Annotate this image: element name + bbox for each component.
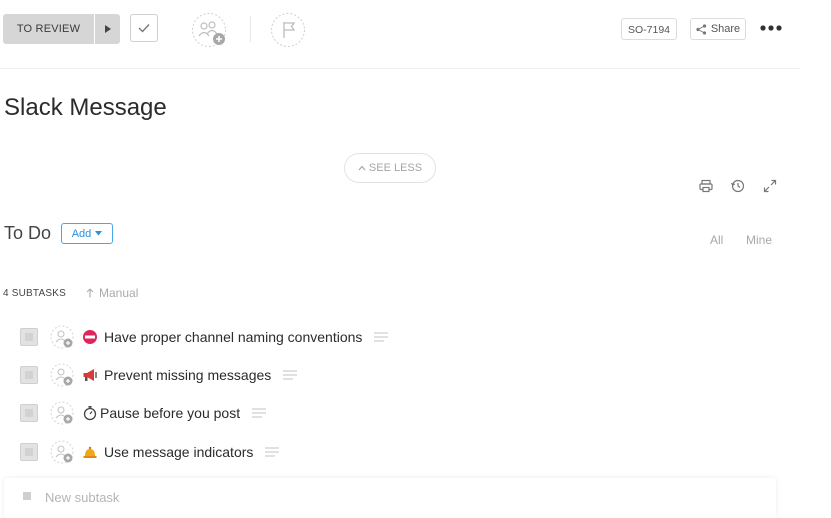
print-icon[interactable]	[698, 178, 714, 194]
new-subtask-square-icon	[23, 492, 31, 500]
assign-avatar-icon[interactable]	[50, 325, 74, 349]
sort-label: Manual	[99, 286, 139, 300]
description-lines-icon	[283, 370, 298, 380]
subtask-checkbox[interactable]	[20, 328, 38, 346]
task-header: TO REVIEW SO-7194 Share	[0, 0, 800, 69]
description-lines-icon	[252, 408, 267, 418]
assign-avatar-icon[interactable]	[50, 401, 74, 425]
sort-manual[interactable]: Manual	[86, 286, 138, 300]
filter-all[interactable]: All	[710, 233, 723, 247]
assign-avatar-icon[interactable]	[50, 440, 74, 464]
status-label: TO REVIEW	[16, 23, 81, 35]
task-id-badge[interactable]: SO-7194	[621, 18, 678, 40]
add-assignee-icon[interactable]	[191, 12, 227, 48]
subtask-row[interactable]: Pause before you post	[20, 400, 520, 426]
assign-avatar-icon[interactable]	[50, 363, 74, 387]
add-label: Add	[71, 227, 92, 240]
description-lines-icon	[265, 447, 280, 457]
subtask-checkbox[interactable]	[20, 404, 38, 422]
expand-icon[interactable]	[762, 178, 778, 194]
subtask-checkbox[interactable]	[20, 443, 38, 461]
no-entry-icon	[83, 330, 97, 344]
share-button[interactable]: Share	[690, 18, 746, 40]
header-divider	[250, 16, 251, 42]
subtask-checkbox[interactable]	[20, 366, 38, 384]
stopwatch-icon	[83, 406, 97, 421]
filter-mine[interactable]: Mine	[746, 233, 772, 247]
add-todo-button[interactable]: Add	[61, 223, 113, 244]
task-title[interactable]: Slack Message	[4, 94, 167, 122]
task-id-label: SO-7194	[628, 24, 671, 36]
todo-section-title: To Do	[4, 223, 52, 243]
new-subtask-placeholder: New subtask	[45, 490, 120, 505]
subtask-label[interactable]: Have proper channel naming conventions	[104, 329, 362, 345]
more-options-icon[interactable]	[760, 22, 782, 34]
next-status-button[interactable]	[95, 14, 120, 44]
chevron-up-icon	[358, 165, 366, 171]
subtasks-count: 4 SUBTASKS	[3, 288, 66, 299]
subtask-label[interactable]: Prevent missing messages	[104, 367, 271, 383]
new-subtask-input[interactable]: New subtask	[4, 478, 776, 518]
subtask-label[interactable]: Use message indicators	[104, 444, 253, 460]
caret-right-icon	[104, 25, 111, 33]
checkmark-icon	[138, 24, 150, 33]
see-less-button[interactable]: SEE LESS	[344, 153, 436, 183]
caret-down-icon	[95, 231, 103, 236]
subtask-row[interactable]: Use message indicators	[20, 439, 520, 465]
subtask-label[interactable]: Pause before you post	[100, 405, 240, 421]
sort-arrow-icon	[86, 288, 94, 298]
see-less-label: SEE LESS	[368, 162, 423, 174]
priority-flag-icon[interactable]	[270, 12, 306, 48]
complete-button[interactable]	[130, 14, 158, 42]
history-icon[interactable]	[730, 178, 746, 194]
status-button[interactable]: TO REVIEW	[3, 14, 94, 44]
subtask-row[interactable]: Have proper channel naming conventions	[20, 324, 520, 350]
share-label: Share	[710, 23, 741, 35]
megaphone-icon	[83, 369, 97, 381]
bell-icon	[83, 446, 97, 458]
description-lines-icon	[374, 332, 389, 342]
subtask-row[interactable]: Prevent missing messages	[20, 362, 520, 388]
share-icon	[696, 23, 706, 35]
